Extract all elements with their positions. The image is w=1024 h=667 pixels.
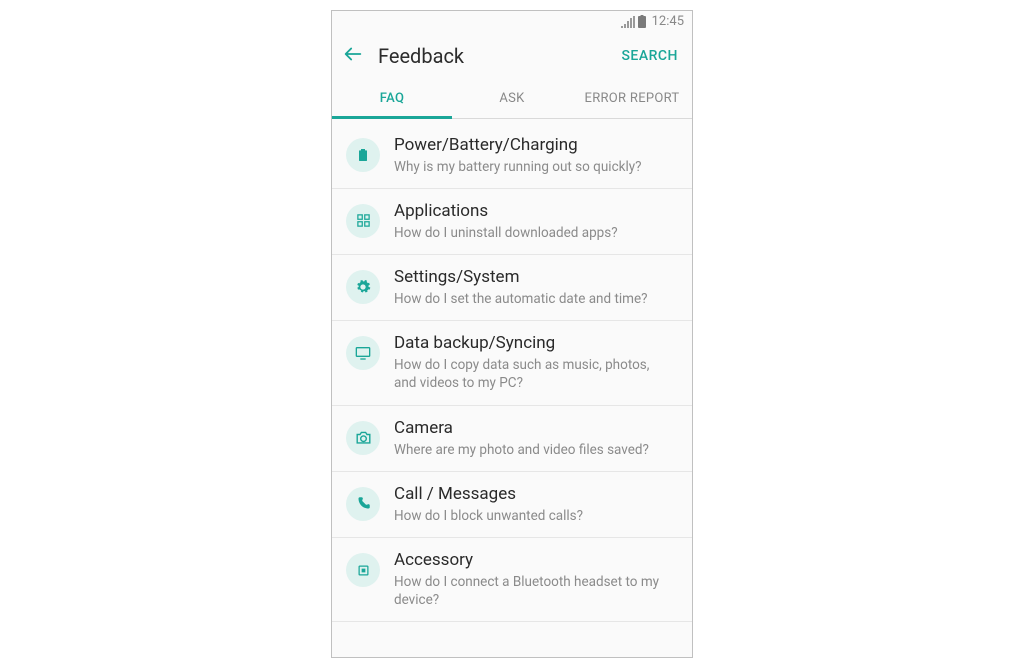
list-item[interactable]: Call / Messages How do I block unwanted … xyxy=(332,472,692,538)
gear-icon xyxy=(346,270,380,304)
battery-icon xyxy=(346,138,380,172)
item-title: Power/Battery/Charging xyxy=(394,135,674,155)
phone-frame: 12:45 Feedback SEARCH FAQ ASK ERROR REPO… xyxy=(331,10,693,658)
item-sub: How do I block unwanted calls? xyxy=(394,507,674,525)
signal-icon xyxy=(621,16,635,28)
faq-list: Power/Battery/Charging Why is my battery… xyxy=(332,119,692,657)
back-icon[interactable] xyxy=(342,43,364,69)
item-sub: How do I set the automatic date and time… xyxy=(394,290,674,308)
list-item[interactable]: Applications How do I uninstall download… xyxy=(332,189,692,255)
clock: 12:45 xyxy=(652,14,684,29)
tab-error-report[interactable]: ERROR REPORT xyxy=(572,79,692,118)
list-item[interactable]: Power/Battery/Charging Why is my battery… xyxy=(332,119,692,189)
list-item[interactable]: Accessory How do I connect a Bluetooth h… xyxy=(332,538,692,622)
item-title: Accessory xyxy=(394,550,674,570)
tab-faq[interactable]: FAQ xyxy=(332,79,452,118)
phone-icon xyxy=(346,487,380,521)
status-bar: 12:45 xyxy=(332,11,692,33)
chip-icon xyxy=(346,553,380,587)
battery-status-icon xyxy=(638,15,646,28)
apps-icon xyxy=(346,204,380,238)
list-item[interactable]: Data backup/Syncing How do I copy data s… xyxy=(332,321,692,405)
item-title: Settings/System xyxy=(394,267,674,287)
page-title: Feedback xyxy=(378,44,621,68)
camera-icon xyxy=(346,421,380,455)
title-bar: Feedback SEARCH xyxy=(332,33,692,79)
item-title: Data backup/Syncing xyxy=(394,333,674,353)
item-sub: Where are my photo and video files saved… xyxy=(394,441,674,459)
tab-ask[interactable]: ASK xyxy=(452,79,572,118)
item-sub: How do I copy data such as music, photos… xyxy=(394,356,674,392)
item-sub: How do I connect a Bluetooth headset to … xyxy=(394,573,674,609)
item-sub: How do I uninstall downloaded apps? xyxy=(394,224,674,242)
list-item[interactable]: Settings/System How do I set the automat… xyxy=(332,255,692,321)
item-title: Camera xyxy=(394,418,674,438)
list-item[interactable]: Camera Where are my photo and video file… xyxy=(332,406,692,472)
monitor-icon xyxy=(346,336,380,370)
search-button[interactable]: SEARCH xyxy=(621,48,678,64)
item-title: Applications xyxy=(394,201,674,221)
item-sub: Why is my battery running out so quickly… xyxy=(394,158,674,176)
item-title: Call / Messages xyxy=(394,484,674,504)
tabs: FAQ ASK ERROR REPORT xyxy=(332,79,692,119)
